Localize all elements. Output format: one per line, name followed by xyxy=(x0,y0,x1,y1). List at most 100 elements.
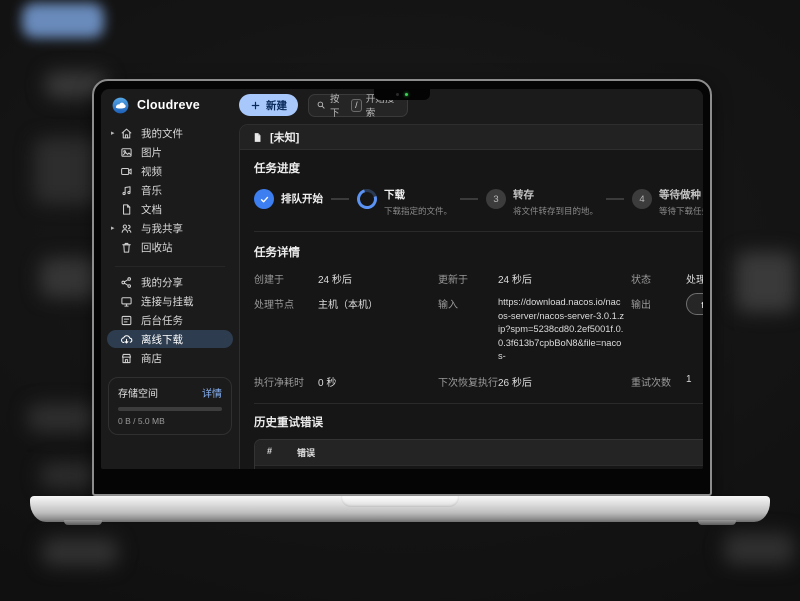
storage-usage: 0 B / 5.0 MB xyxy=(118,416,222,426)
step-label: 转存 xyxy=(513,189,598,202)
sidebar-item-label: 与我共享 xyxy=(141,221,183,236)
background-blur-blob xyxy=(28,404,98,432)
document-icon xyxy=(120,203,133,216)
background-blur-blob xyxy=(724,533,794,565)
sidebar-item-my-shares[interactable]: 我的分享 xyxy=(107,273,233,291)
step-sublabel: 将文件转存到目的地。 xyxy=(513,205,598,217)
step-check-icon xyxy=(254,189,274,209)
trash-icon xyxy=(120,241,133,254)
sidebar-item-store[interactable]: 商店 xyxy=(107,349,233,367)
field-label: 状态 xyxy=(631,271,686,286)
sidebar-item-label: 后台任务 xyxy=(141,313,183,328)
camera-indicator-light xyxy=(405,93,408,96)
step-number: 3 xyxy=(486,189,506,209)
sidebar-item-label: 图片 xyxy=(141,145,162,160)
sidebar-item-my-files[interactable]: ▸ 我的文件 xyxy=(107,124,233,142)
plus-icon xyxy=(250,100,261,111)
share-icon xyxy=(120,276,133,289)
step-connector xyxy=(606,198,624,200)
background-blur-button xyxy=(22,3,104,38)
laptop-notch xyxy=(374,89,430,100)
sidebar-item-label: 我的文件 xyxy=(141,126,183,141)
home-solid-icon xyxy=(699,298,703,310)
field-label: 下次恢复执行 xyxy=(438,374,498,389)
new-button[interactable]: 新建 xyxy=(239,94,298,116)
output-home-button[interactable] xyxy=(686,293,703,315)
step-connector xyxy=(460,198,478,200)
sidebar-item-trash[interactable]: 回收站 xyxy=(107,238,233,256)
step-label: 下载 xyxy=(384,189,452,202)
sidebar-item-label: 回收站 xyxy=(141,240,173,255)
field-value: 26 秒后 xyxy=(498,374,631,389)
background-blur-blob xyxy=(40,463,100,488)
app-brand[interactable]: Cloudreve xyxy=(111,96,239,115)
progress-section-title: 任务进度 xyxy=(254,160,703,176)
step-label: 等待做种 xyxy=(659,189,703,202)
error-col-index: # xyxy=(255,440,289,465)
tasks-icon xyxy=(120,314,133,327)
field-label: 创建于 xyxy=(254,271,318,286)
error-col-message: 错误 xyxy=(289,440,703,465)
image-icon xyxy=(120,146,133,159)
sidebar-item-label: 音乐 xyxy=(141,183,162,198)
sidebar-item-music[interactable]: 音乐 xyxy=(107,181,233,199)
home-icon xyxy=(120,127,133,140)
new-button-label: 新建 xyxy=(266,98,287,113)
app-title: Cloudreve xyxy=(137,98,200,112)
step-seeding: 4 等待做种 等待下载任务做种完成。 xyxy=(632,189,703,217)
field-label: 重试次数 xyxy=(631,374,686,389)
sidebar-item-label: 离线下载 xyxy=(141,332,183,347)
step-connector xyxy=(331,198,349,200)
task-panel: [未知] 任务进度 排队开始 xyxy=(239,124,703,469)
laptop-base xyxy=(30,496,770,522)
task-details-grid: 创建于 24 秒后 更新于 24 秒后 状态 处理中 处理节点 主机（本机） 输… xyxy=(254,271,703,389)
storage-progress-bar xyxy=(118,407,222,411)
sidebar-item-shared-with-me[interactable]: ▸ 与我共享 xyxy=(107,219,233,237)
step-download: 下载 下载指定的文件。 xyxy=(357,189,452,217)
field-value: 24 秒后 xyxy=(498,271,631,286)
chevron-right-icon[interactable]: ▸ xyxy=(111,224,120,232)
laptop-foot xyxy=(698,520,736,525)
storage-title: 存储空间 xyxy=(118,385,158,400)
field-label: 输入 xyxy=(438,296,498,311)
task-panel-header: [未知] xyxy=(240,125,703,150)
background-blur-blob xyxy=(42,538,118,566)
sidebar-item-background-tasks[interactable]: 后台任务 xyxy=(107,311,233,329)
field-label: 执行净耗时 xyxy=(254,374,318,389)
field-value: 0 秒 xyxy=(318,374,438,389)
storage-widget: 存储空间 详情 0 B / 5.0 MB xyxy=(108,377,232,435)
store-icon xyxy=(120,352,133,365)
sidebar-item-label: 文档 xyxy=(141,202,162,217)
sidebar-item-connections-mounts[interactable]: 连接与挂载 xyxy=(107,292,233,310)
laptop-foot xyxy=(64,520,102,525)
field-label: 更新于 xyxy=(438,271,498,286)
search-hint-prefix: 按下 xyxy=(330,91,347,119)
error-row-index: 1 xyxy=(255,466,289,470)
details-section-title: 任务详情 xyxy=(254,244,703,260)
video-icon xyxy=(120,165,133,178)
sidebar-item-videos[interactable]: 视频 xyxy=(107,162,233,180)
sidebar-item-label: 我的分享 xyxy=(141,275,183,290)
laptop-screen: Cloudreve 新建 按下 / 开始搜索 ▸ 我的文件 xyxy=(92,79,712,496)
sidebar-item-photos[interactable]: 图片 xyxy=(107,143,233,161)
error-history-table: # 错误 1 failed to create download task: c… xyxy=(254,439,703,470)
file-icon xyxy=(252,131,263,144)
laptop-lid-notch xyxy=(341,496,459,507)
camera-icon xyxy=(396,93,399,96)
chevron-right-icon[interactable]: ▸ xyxy=(111,129,120,137)
section-divider xyxy=(254,403,703,404)
cloud-download-icon xyxy=(120,333,133,346)
sidebar-item-documents[interactable]: 文档 xyxy=(107,200,233,218)
error-row-message: failed to create download task: create t… xyxy=(289,466,703,470)
storage-details-link[interactable]: 详情 xyxy=(202,385,222,400)
slash-keycap: / xyxy=(351,99,362,112)
sidebar-item-label: 商店 xyxy=(141,351,162,366)
field-label: 处理节点 xyxy=(254,296,318,311)
cloudreve-window: Cloudreve 新建 按下 / 开始搜索 ▸ 我的文件 xyxy=(101,89,703,469)
sidebar-item-offline-download[interactable]: 离线下载 xyxy=(107,330,233,348)
errors-section-title: 历史重试错误 xyxy=(254,414,703,430)
field-label: 输出 xyxy=(631,296,686,311)
cloudreve-logo-icon xyxy=(111,96,130,115)
search-icon xyxy=(316,100,326,110)
step-label: 排队开始 xyxy=(281,189,323,209)
